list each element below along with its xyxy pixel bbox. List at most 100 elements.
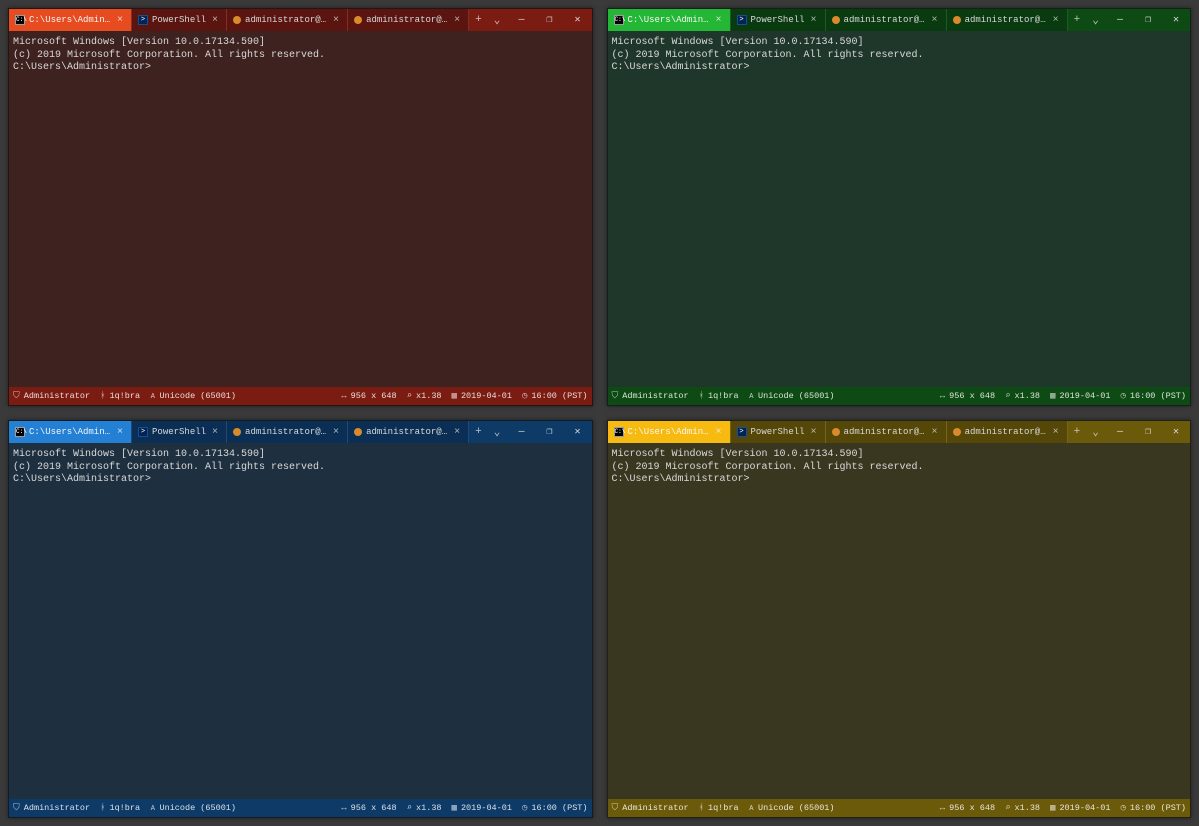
status-enc[interactable]: ᴀUnicode (65001) — [150, 391, 236, 401]
maximize-button[interactable]: ❐ — [536, 421, 564, 443]
tab-close-icon[interactable]: × — [809, 427, 819, 438]
tab-ssh-2[interactable]: administrator@DES…× — [227, 9, 347, 31]
tab-dropdown-button[interactable]: ⌄ — [1086, 9, 1105, 31]
tab-cmd-0[interactable]: C:\C:\Users\Administr…× — [9, 421, 131, 443]
tab-cmd-0[interactable]: C:\C:\Users\Administr…× — [608, 421, 730, 443]
status-text: x1.38 — [416, 391, 442, 401]
tab-close-icon[interactable]: × — [210, 427, 220, 438]
tab-ps-1[interactable]: >PowerShell× — [731, 421, 825, 443]
new-tab-button[interactable]: + — [469, 9, 488, 31]
status-cal[interactable]: ▦2019-04-01 — [1050, 803, 1110, 813]
terminal-output[interactable]: Microsoft Windows [Version 10.0.17134.59… — [608, 443, 1191, 799]
status-zoom[interactable]: ⌕x1.38 — [1005, 803, 1040, 813]
close-button[interactable]: ✕ — [564, 9, 592, 31]
status-zoom[interactable]: ⌕x1.38 — [407, 391, 442, 401]
minimize-button[interactable]: — — [1106, 421, 1134, 443]
status-branch[interactable]: ᚼ1q!bra — [100, 803, 140, 813]
status-cal[interactable]: ▦2019-04-01 — [1050, 391, 1110, 401]
maximize-button[interactable]: ❐ — [1134, 421, 1162, 443]
status-text: 2019-04-01 — [1059, 803, 1110, 813]
branch-icon: ᚼ — [699, 803, 704, 813]
maximize-button[interactable]: ❐ — [536, 9, 564, 31]
tab-ssh-3[interactable]: administrator@DES…× — [348, 421, 468, 443]
new-tab-button[interactable]: + — [1068, 9, 1087, 31]
tab-ssh-3[interactable]: administrator@DES…× — [348, 9, 468, 31]
person-icon: ⛉ — [612, 803, 619, 813]
tab-close-icon[interactable]: × — [1051, 15, 1061, 26]
tab-cmd-0[interactable]: C:\C:\Users\Administr…× — [608, 9, 730, 31]
status-text: 1q!bra — [109, 391, 140, 401]
output-line: Microsoft Windows [Version 10.0.17134.59… — [13, 37, 588, 50]
status-size[interactable]: ↔956 x 648 — [341, 803, 396, 813]
tab-close-icon[interactable]: × — [210, 15, 220, 26]
close-button[interactable]: ✕ — [1162, 9, 1190, 31]
tab-close-icon[interactable]: × — [1051, 427, 1061, 438]
minimize-button[interactable]: — — [1106, 9, 1134, 31]
tab-close-icon[interactable]: × — [714, 15, 724, 26]
status-person[interactable]: ⛉Administrator — [612, 803, 689, 813]
tab-ps-1[interactable]: >PowerShell× — [731, 9, 825, 31]
tab-ps-1[interactable]: >PowerShell× — [132, 9, 226, 31]
titlebar: C:\C:\Users\Administr…×>PowerShell×admin… — [608, 421, 1191, 443]
tab-cmd-0[interactable]: C:\C:\Users\Administr…× — [9, 9, 131, 31]
status-branch[interactable]: ᚼ1q!bra — [100, 391, 140, 401]
tab-close-icon[interactable]: × — [809, 15, 819, 26]
tab-ps-1[interactable]: >PowerShell× — [132, 421, 226, 443]
tab-close-icon[interactable]: × — [930, 427, 940, 438]
terminal-window-green: C:\C:\Users\Administr…×>PowerShell×admin… — [607, 8, 1192, 406]
zoom-icon: ⌕ — [1005, 391, 1010, 401]
tab-close-icon[interactable]: × — [714, 427, 724, 438]
tab-close-icon[interactable]: × — [452, 15, 462, 26]
terminal-output[interactable]: Microsoft Windows [Version 10.0.17134.59… — [9, 443, 592, 799]
new-tab-button[interactable]: + — [469, 421, 488, 443]
close-button[interactable]: ✕ — [564, 421, 592, 443]
minimize-button[interactable]: — — [508, 9, 536, 31]
tab-dropdown-button[interactable]: ⌄ — [488, 9, 507, 31]
tab-close-icon[interactable]: × — [930, 15, 940, 26]
tab-close-icon[interactable]: × — [331, 427, 341, 438]
status-text: 956 x 648 — [351, 391, 397, 401]
tab-ssh-2[interactable]: administrator@DES…× — [826, 9, 946, 31]
status-enc[interactable]: ᴀUnicode (65001) — [749, 803, 835, 813]
tab-ssh-2[interactable]: administrator@DES…× — [227, 421, 347, 443]
terminal-output[interactable]: Microsoft Windows [Version 10.0.17134.59… — [608, 31, 1191, 387]
status-size[interactable]: ↔956 x 648 — [940, 391, 995, 401]
window-controls: —❐✕ — [1106, 9, 1190, 31]
status-enc[interactable]: ᴀUnicode (65001) — [150, 803, 236, 813]
tab-ssh-3[interactable]: administrator@DES…× — [947, 9, 1067, 31]
status-branch[interactable]: ᚼ1q!bra — [699, 391, 739, 401]
terminal-output[interactable]: Microsoft Windows [Version 10.0.17134.59… — [9, 31, 592, 387]
status-branch[interactable]: ᚼ 1q!bra — [699, 803, 739, 813]
status-clock[interactable]: ◷16:00 (PST) — [1120, 391, 1186, 401]
tab-close-icon[interactable]: × — [115, 15, 125, 26]
status-cal[interactable]: ▦2019-04-01 — [452, 803, 512, 813]
status-clock[interactable]: ◷16:00 (PST) — [522, 391, 588, 401]
status-text: Administrator — [622, 391, 688, 401]
tab-close-icon[interactable]: × — [452, 427, 462, 438]
new-tab-button[interactable]: + — [1068, 421, 1087, 443]
status-clock[interactable]: ◷16:00 (PST) — [522, 803, 588, 813]
status-bar: ⛉Administrator ᚼ1q!bra ᴀUnicode (65001) ↔95… — [9, 387, 592, 405]
status-clock[interactable]: ◷16:00 (PST) — [1120, 803, 1186, 813]
status-person[interactable]: ⛉Administrator — [612, 391, 689, 401]
output-line: (c) 2019 Microsoft Corporation. All righ… — [13, 50, 588, 63]
status-person[interactable]: ⛉Administrator — [13, 803, 90, 813]
status-cal[interactable]: ▦2019-04-01 — [452, 391, 512, 401]
close-button[interactable]: ✕ — [1162, 421, 1190, 443]
status-text: 1q!bra — [708, 803, 739, 813]
status-size[interactable]: ↔956 x 648 — [940, 803, 995, 813]
status-size[interactable]: ↔956 x 648 — [341, 391, 396, 401]
tab-dropdown-button[interactable]: ⌄ — [488, 421, 507, 443]
status-zoom[interactable]: ⌕x1.38 — [1005, 391, 1040, 401]
status-zoom[interactable]: ⌕x1.38 — [407, 803, 442, 813]
enc-icon: ᴀ — [749, 803, 754, 813]
tab-ssh-2[interactable]: administrator@DES…× — [826, 421, 946, 443]
tab-ssh-3[interactable]: administrator@DES…× — [947, 421, 1067, 443]
maximize-button[interactable]: ❐ — [1134, 9, 1162, 31]
status-person[interactable]: ⛉Administrator — [13, 391, 90, 401]
minimize-button[interactable]: — — [508, 421, 536, 443]
tab-close-icon[interactable]: × — [331, 15, 341, 26]
status-enc[interactable]: ᴀUnicode (65001) — [749, 391, 835, 401]
tab-dropdown-button[interactable]: ⌄ — [1086, 421, 1105, 443]
tab-close-icon[interactable]: × — [115, 427, 125, 438]
